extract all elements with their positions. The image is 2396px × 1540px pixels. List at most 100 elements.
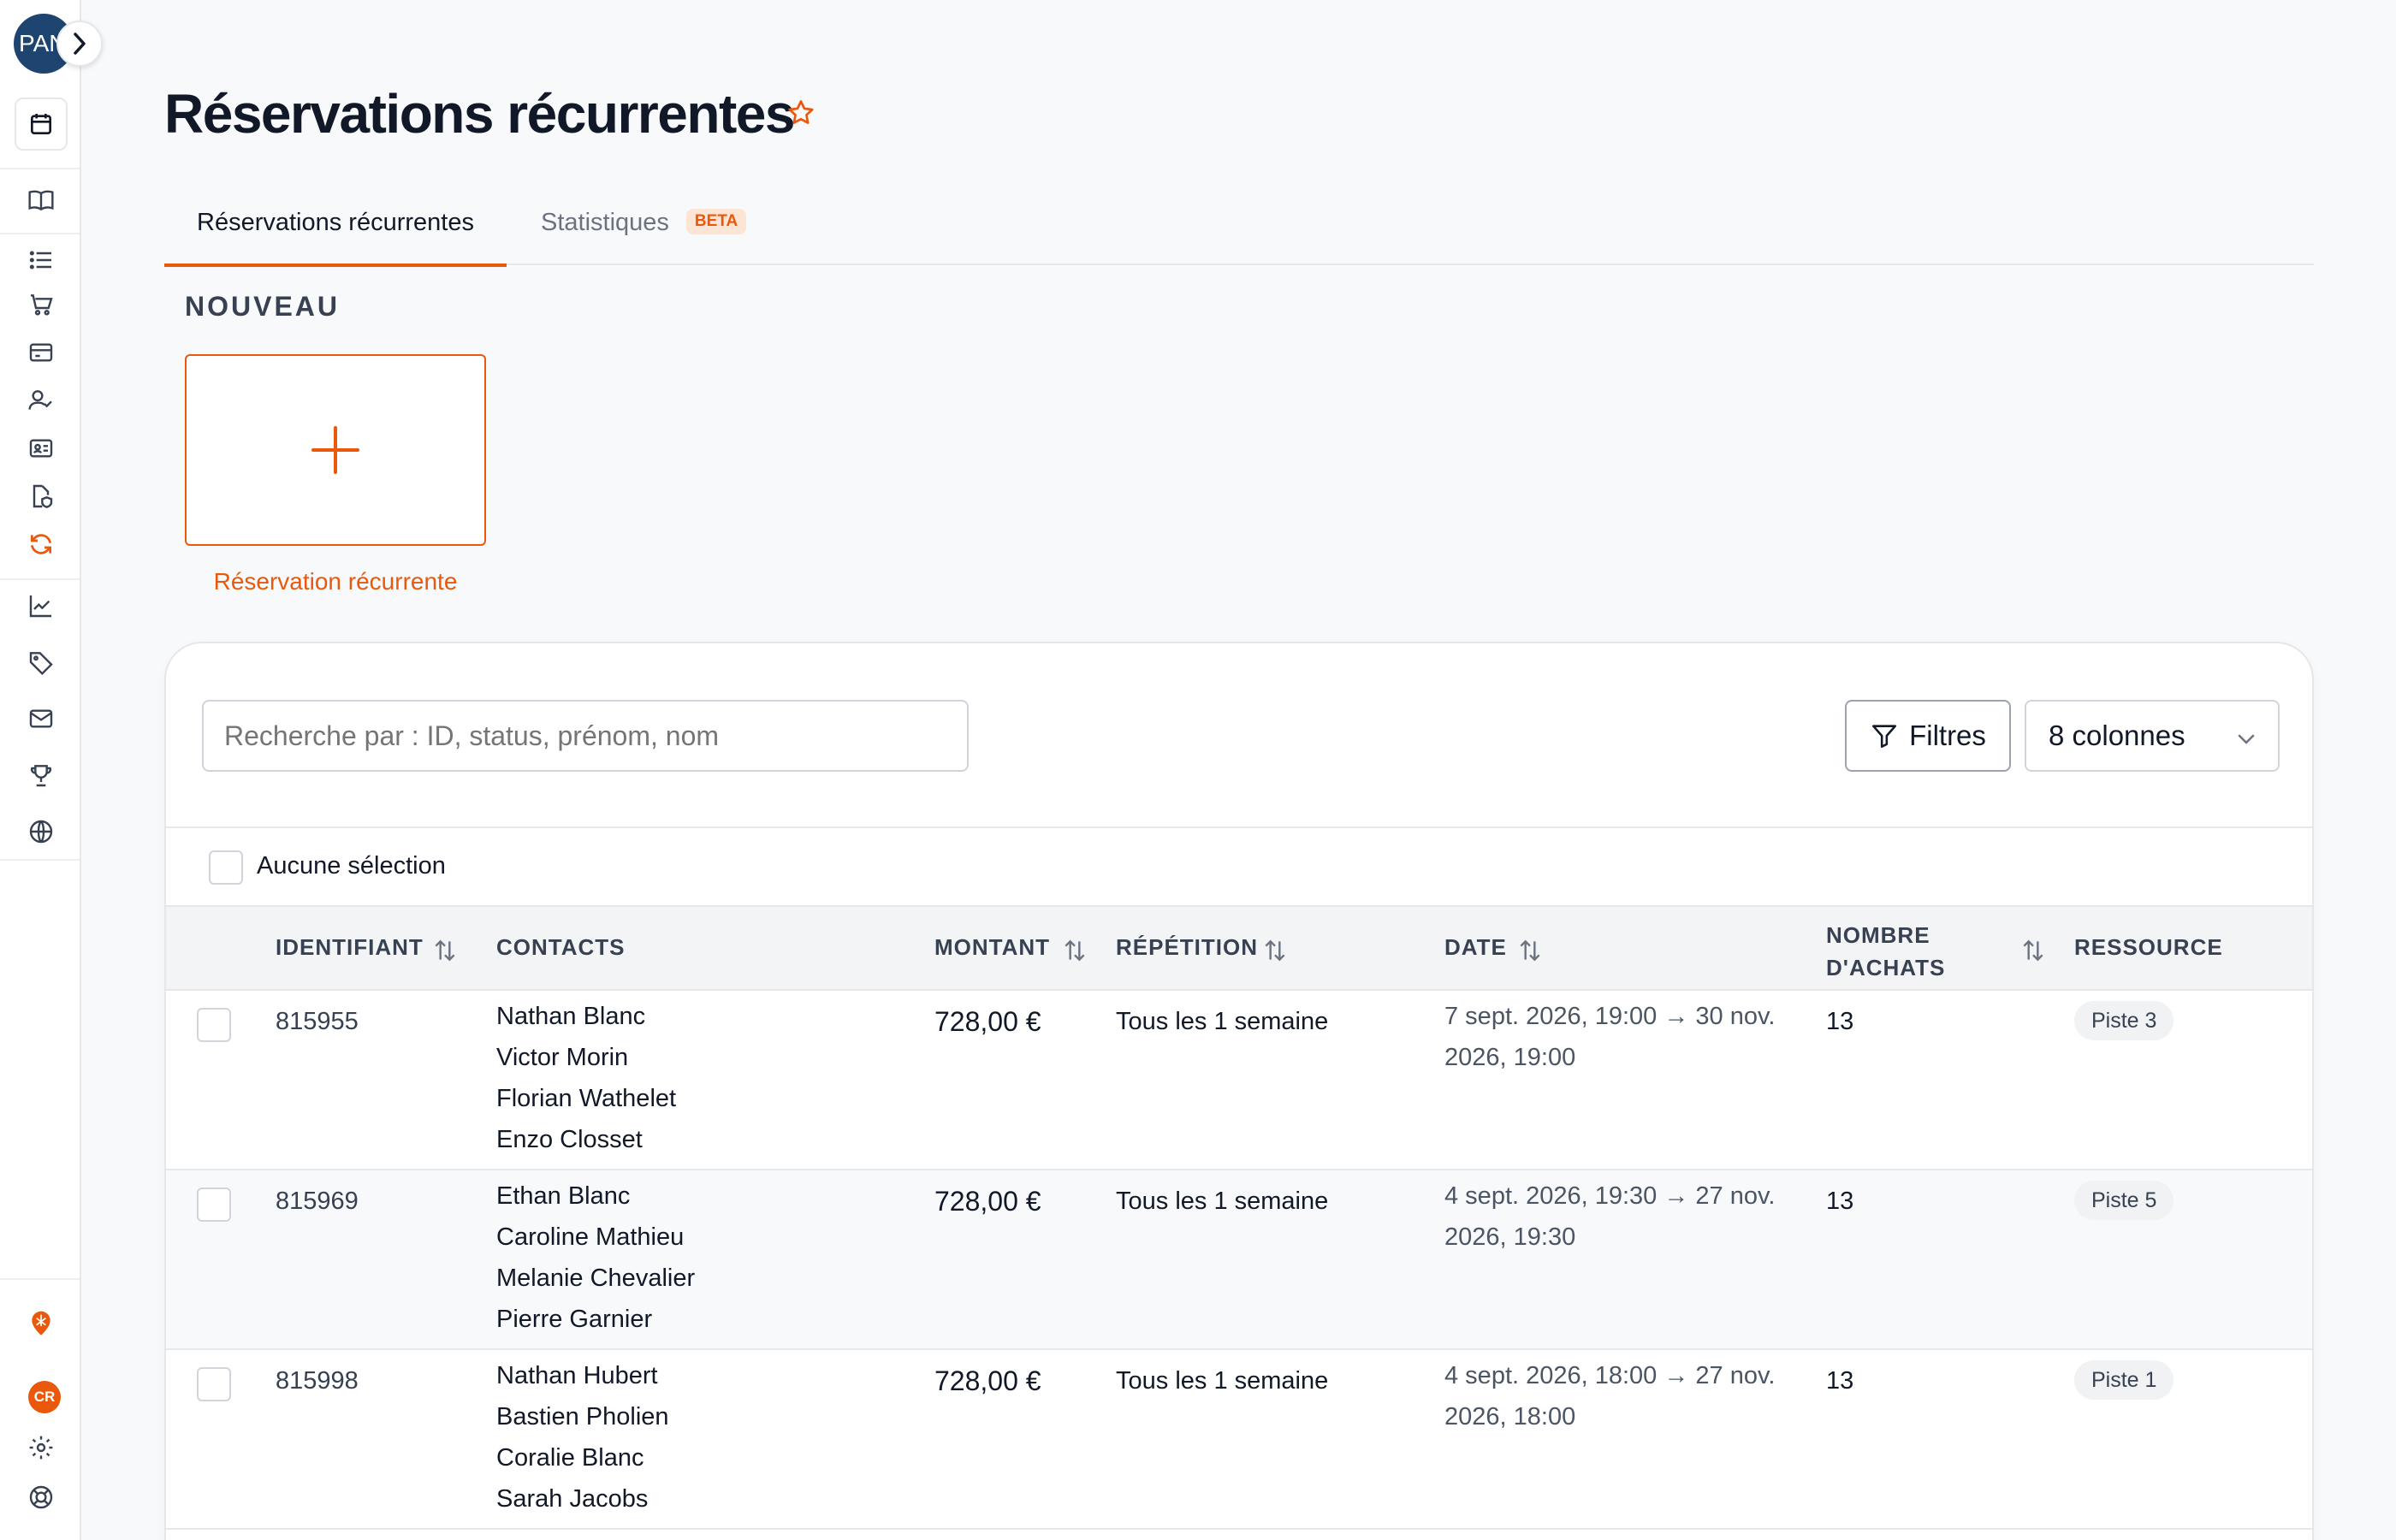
line-chart-icon xyxy=(29,595,51,618)
purchases-count: 13 xyxy=(1826,1188,1854,1215)
resource-badge: Piste 5 xyxy=(2074,1181,2174,1220)
selection-label: Aucune sélection xyxy=(257,852,446,880)
contact-name[interactable]: Pierre Garnier xyxy=(496,1299,695,1340)
beta-badge: BETA xyxy=(685,209,747,235)
header-date[interactable]: DATE xyxy=(1444,934,1507,961)
date-range: 4 sept. 2026, 19:30 → 27 nov. 2026, 19:30 xyxy=(1444,1176,1812,1258)
date-line-1: 4 sept. 2026, 19:30 → 27 nov. xyxy=(1444,1182,1776,1210)
contact-name[interactable]: Enzo Closset xyxy=(496,1119,676,1160)
resource-badge: Piste 1 xyxy=(2074,1360,2174,1400)
table-header: IDENTIFIANT CONTACTS MONTANT RÉPÉTITION … xyxy=(166,905,2312,991)
book-open-icon xyxy=(28,190,54,211)
contact-name[interactable]: Bastien Pholien xyxy=(496,1396,669,1437)
user-check-icon xyxy=(28,390,52,410)
sort-icon[interactable] xyxy=(2019,936,2047,965)
sidebar-item-mail[interactable] xyxy=(14,695,68,743)
sidebar-item-help[interactable] xyxy=(14,1473,68,1521)
table-row[interactable]: 815955 Nathan Blanc Victor Morin Florian… xyxy=(166,991,2312,1170)
selection-bar: Aucune sélection xyxy=(166,826,2312,905)
sidebar-item-documents[interactable] xyxy=(14,472,68,520)
tab-label: Réservations récurrentes xyxy=(197,209,474,236)
purchases-count: 13 xyxy=(1826,1367,1854,1395)
table-row[interactable]: 815969 Ethan Blanc Caroline Mathieu Mela… xyxy=(166,1170,2312,1350)
globe-icon xyxy=(29,820,53,844)
sort-icon[interactable] xyxy=(1516,936,1544,965)
tab-statistics[interactable]: Statistiques BETA xyxy=(541,197,747,265)
location-pin-icon xyxy=(32,1311,50,1336)
header-purchases-line-2: D'ACHATS xyxy=(1826,955,1946,980)
header-id[interactable]: IDENTIFIANT xyxy=(276,934,424,961)
sort-icon[interactable] xyxy=(431,936,459,965)
new-recurring-booking-card[interactable] xyxy=(185,354,486,546)
bookings-table-panel: Filtres 8 colonnes Aucune sélection IDEN… xyxy=(164,642,2314,1540)
date-line-2: 2026, 18:00 xyxy=(1444,1403,1576,1430)
contacts-list: Nathan Blanc Victor Morin Florian Wathel… xyxy=(496,996,676,1160)
row-checkbox[interactable] xyxy=(197,1008,231,1042)
new-section-title: NOUVEAU xyxy=(185,291,341,322)
tag-icon xyxy=(29,652,53,676)
new-card-label[interactable]: Réservation récurrente xyxy=(185,568,486,595)
header-repeat[interactable]: RÉPÉTITION xyxy=(1116,934,1258,961)
select-all-checkbox[interactable] xyxy=(209,850,243,885)
contact-name[interactable]: Melanie Chevalier xyxy=(496,1258,695,1299)
club-badge[interactable]: CR xyxy=(28,1381,61,1413)
expand-sidebar-button[interactable] xyxy=(56,21,103,67)
contact-name[interactable]: Victor Morin xyxy=(496,1037,676,1078)
columns-select[interactable]: 8 colonnes xyxy=(2025,700,2280,772)
row-checkbox[interactable] xyxy=(197,1188,231,1222)
contact-name[interactable]: Sarah Jacobs xyxy=(496,1478,669,1519)
row-checkbox[interactable] xyxy=(197,1367,231,1401)
date-range: 4 sept. 2026, 18:00 → 27 nov. 2026, 18:00 xyxy=(1444,1355,1812,1437)
contact-name[interactable]: Caroline Mathieu xyxy=(496,1217,695,1258)
cart-icon xyxy=(31,294,53,316)
plus-icon xyxy=(311,426,359,474)
sidebar-item-trophy[interactable] xyxy=(14,751,68,799)
sidebar-item-recurring[interactable] xyxy=(14,520,68,568)
chevron-right-icon xyxy=(74,33,86,55)
sort-icon[interactable] xyxy=(1061,936,1088,965)
sidebar-item-cart[interactable] xyxy=(14,281,68,329)
sidebar-item-calendar[interactable] xyxy=(15,98,68,151)
star-favorite-icon[interactable] xyxy=(786,98,816,128)
contact-name[interactable]: Florian Wathelet xyxy=(496,1078,676,1119)
sidebar-item-book[interactable] xyxy=(14,176,68,224)
contacts-list: Ethan Blanc Caroline Mathieu Melanie Che… xyxy=(496,1176,695,1340)
date-range: 7 sept. 2026, 19:00 → 30 nov. 2026, 19:00 xyxy=(1444,996,1812,1078)
sidebar-item-payments[interactable] xyxy=(14,329,68,376)
purchases-count: 13 xyxy=(1826,1008,1854,1035)
contact-name[interactable]: Nathan Hubert xyxy=(496,1355,669,1396)
contact-name[interactable]: Ethan Blanc xyxy=(496,1176,695,1217)
filters-button[interactable]: Filtres xyxy=(1845,700,2011,772)
sidebar-item-settings[interactable] xyxy=(14,1424,68,1472)
sidebar-item-logo[interactable] xyxy=(14,1299,68,1347)
sidebar-item-list[interactable] xyxy=(14,236,68,284)
gear-icon xyxy=(29,1436,53,1460)
sort-icon[interactable] xyxy=(1261,936,1289,965)
date-line-1: 7 sept. 2026, 19:00 → 30 nov. xyxy=(1444,1003,1776,1030)
amount: 728,00 € xyxy=(934,1365,1041,1396)
amount: 728,00 € xyxy=(934,1186,1041,1217)
sidebar-item-tags[interactable] xyxy=(14,638,68,686)
contact-name[interactable]: Nathan Blanc xyxy=(496,996,676,1037)
sidebar-item-members[interactable] xyxy=(14,424,68,472)
date-line-2: 2026, 19:30 xyxy=(1444,1223,1576,1251)
list-icon xyxy=(29,251,51,270)
booking-id[interactable]: 815998 xyxy=(276,1367,359,1395)
booking-id[interactable]: 815969 xyxy=(276,1188,359,1216)
booking-id[interactable]: 815955 xyxy=(276,1008,359,1036)
header-purchases[interactable]: NOMBRE D'ACHATS xyxy=(1826,919,1945,984)
contact-name[interactable]: Coralie Blanc xyxy=(496,1437,669,1478)
sidebar: PAN CR xyxy=(0,0,103,1540)
sidebar-item-web[interactable] xyxy=(14,808,68,856)
sidebar-item-users[interactable] xyxy=(14,376,68,424)
id-card-icon xyxy=(29,439,53,458)
header-purchases-line-1: NOMBRE xyxy=(1826,922,1930,948)
contacts-list: Nathan Hubert Bastien Pholien Coralie Bl… xyxy=(496,1355,669,1519)
amount: 728,00 € xyxy=(934,1006,1041,1037)
sidebar-item-stats[interactable] xyxy=(14,582,68,630)
search-input[interactable] xyxy=(202,700,969,772)
header-amount[interactable]: MONTANT xyxy=(934,934,1050,961)
filter-icon xyxy=(1872,725,1897,749)
tab-recurring-bookings[interactable]: Réservations récurrentes xyxy=(164,197,507,267)
table-row[interactable]: 815998 Nathan Hubert Bastien Pholien Cor… xyxy=(166,1350,2312,1530)
